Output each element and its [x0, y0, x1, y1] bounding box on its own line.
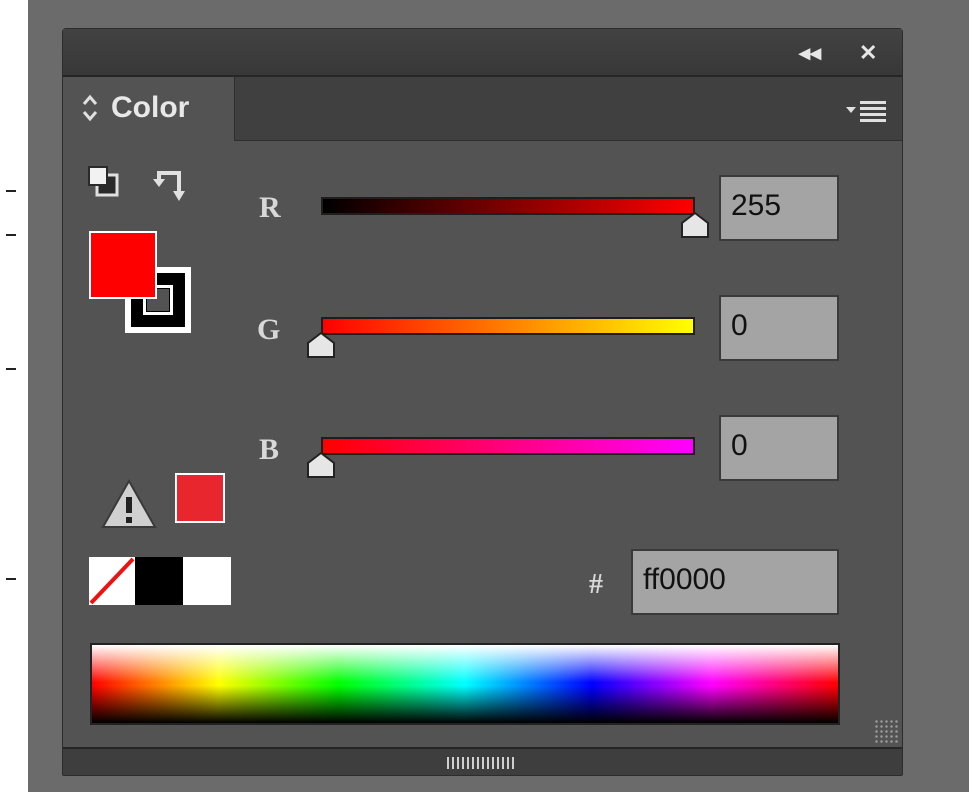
resize-grip-icon[interactable]	[874, 719, 898, 743]
color-panel: ◂◂ ✕ Color R 255 G 0 B 0 # ff0000	[62, 28, 903, 776]
document-tick	[6, 234, 16, 236]
background-document-edge	[0, 0, 28, 792]
document-tick	[6, 578, 16, 580]
green-slider[interactable]	[321, 317, 695, 335]
blue-channel-label: B	[259, 433, 280, 466]
panel-menu-icon[interactable]	[846, 97, 888, 125]
blue-value-field[interactable]: 0	[719, 415, 839, 481]
blue-slider-thumb[interactable]	[306, 451, 336, 479]
out-of-gamut-swatch[interactable]	[175, 473, 225, 523]
panel-tab-row: Color	[63, 77, 902, 141]
panel-titlebar[interactable]: ◂◂ ✕	[63, 29, 902, 77]
white-swatch[interactable]	[183, 557, 231, 605]
blue-slider[interactable]	[321, 437, 695, 455]
fill-swatch[interactable]	[89, 231, 157, 299]
document-tick	[6, 190, 16, 192]
red-slider[interactable]	[321, 197, 695, 215]
green-slider-thumb[interactable]	[306, 331, 336, 359]
red-slider-thumb[interactable]	[680, 211, 710, 239]
red-channel-label: R	[259, 191, 281, 224]
drag-handle-icon[interactable]	[447, 757, 517, 769]
color-spectrum-ramp[interactable]	[90, 643, 840, 725]
hex-label: #	[589, 569, 603, 600]
red-value-field[interactable]: 255	[719, 175, 839, 241]
none-swatch-icon[interactable]	[89, 557, 135, 605]
green-channel-label: G	[257, 313, 281, 346]
black-swatch[interactable]	[135, 557, 183, 605]
close-icon[interactable]: ✕	[859, 41, 877, 65]
out-of-gamut-warning-icon[interactable]	[101, 479, 157, 529]
expand-options-icon[interactable]	[81, 93, 99, 123]
collapse-icon[interactable]: ◂◂	[799, 41, 821, 65]
tab-color[interactable]: Color	[63, 77, 235, 141]
green-value-field[interactable]: 0	[719, 295, 839, 361]
document-tick	[6, 368, 16, 370]
panel-bottom-bar	[63, 747, 902, 775]
hex-value-field[interactable]: ff0000	[631, 549, 839, 615]
swap-fill-stroke-icon[interactable]	[153, 165, 197, 205]
tab-label: Color	[111, 91, 190, 124]
default-fill-stroke-icon[interactable]	[87, 165, 121, 199]
